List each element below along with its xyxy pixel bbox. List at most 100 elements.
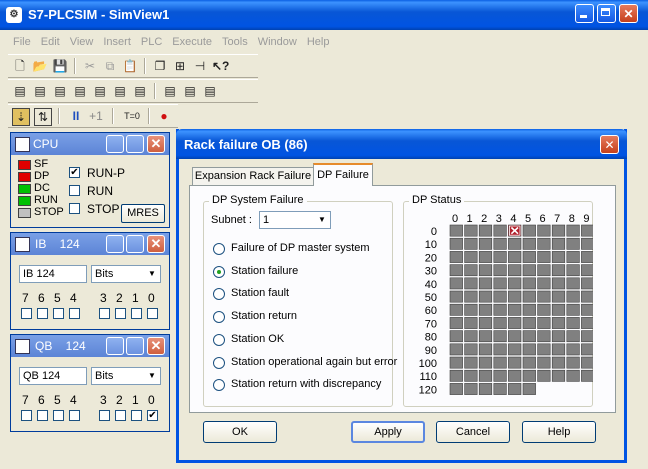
dp-station-cell[interactable] [508, 356, 522, 369]
dp-station-cell[interactable] [581, 356, 593, 369]
dp-station-cell[interactable] [449, 224, 463, 237]
cut-icon[interactable]: ✂ [82, 58, 98, 74]
dp-station-cell[interactable] [551, 237, 566, 250]
dp-station-cell[interactable] [537, 369, 551, 382]
ib-bit-checkbox[interactable] [37, 308, 48, 319]
maximize-button[interactable] [597, 4, 616, 23]
dp-station-cell[interactable] [581, 237, 593, 250]
ib-bit-checkbox[interactable] [69, 308, 80, 319]
dp-station-cell[interactable] [581, 277, 593, 290]
dp-station-cell[interactable] [508, 251, 522, 263]
mode-run-p-checkbox[interactable]: ✔ [69, 167, 80, 178]
dp-station-cell[interactable] [522, 383, 536, 395]
menu-file[interactable]: File [8, 36, 36, 48]
dp-station-cell[interactable] [522, 356, 536, 369]
dp-station-cell[interactable] [566, 369, 580, 382]
ib-bit-checkbox[interactable] [21, 308, 32, 319]
option-radio-5[interactable] [213, 356, 225, 369]
qb-bit-checkbox[interactable] [99, 410, 110, 421]
dp-station-cell[interactable] [449, 264, 463, 277]
dp-station-cell[interactable] [464, 251, 478, 263]
single-scan-icon[interactable]: ⇣ [12, 108, 30, 126]
dp-station-cell[interactable] [478, 383, 493, 395]
dp-station-cell[interactable] [464, 356, 478, 369]
continuous-scan-icon[interactable]: ⇅ [34, 108, 52, 126]
dp-station-cell[interactable] [551, 290, 566, 303]
dp-station-cell[interactable] [537, 356, 551, 369]
dp-station-cell[interactable] [522, 330, 536, 343]
dp-station-cell[interactable] [449, 251, 463, 263]
dp-station-cell[interactable] [537, 264, 551, 277]
dp-station-cell[interactable] [551, 251, 566, 263]
menu-window[interactable]: Window [253, 36, 302, 48]
dialog-title-bar[interactable]: Rack failure OB (86) ✕ [176, 129, 627, 159]
dp-station-cell[interactable] [566, 290, 580, 303]
dp-station-cell[interactable] [493, 224, 507, 237]
save-icon[interactable]: 💾 [52, 58, 68, 74]
ib-format-select[interactable]: Bits ▼ [91, 265, 161, 283]
ib-maximize-button[interactable] [126, 235, 144, 253]
minimize-button[interactable] [575, 4, 594, 23]
dp-station-cell[interactable] [581, 303, 593, 316]
menu-edit[interactable]: Edit [36, 36, 65, 48]
dp-station-cell[interactable] [566, 343, 580, 356]
dp-station-cell[interactable] [581, 251, 593, 263]
option-radio-1[interactable] [213, 265, 225, 278]
dp-station-cell[interactable] [537, 343, 551, 356]
dp-station-cell[interactable] [464, 290, 478, 303]
block-regs-icon[interactable]: ▤ [202, 83, 218, 99]
dp-station-cell[interactable] [508, 343, 522, 356]
qb-close-button[interactable]: ✕ [147, 337, 165, 355]
dp-station-cell[interactable] [449, 317, 463, 329]
dp-station-cell[interactable] [522, 290, 536, 303]
next-scan-button[interactable]: +1 [88, 108, 104, 124]
menu-plc[interactable]: PLC [136, 36, 167, 48]
dp-station-cell[interactable] [449, 303, 463, 316]
chevron-down-icon[interactable]: ▼ [144, 266, 160, 282]
help-pointer-icon[interactable]: ↖? [212, 58, 229, 74]
dp-station-cell[interactable] [478, 224, 493, 237]
dp-station-cell[interactable] [449, 290, 463, 303]
qb-window-title-bar[interactable]: QB 124 ✕ [11, 335, 169, 357]
dp-station-cell[interactable] [508, 303, 522, 316]
dp-station-cell[interactable] [464, 224, 478, 237]
dp-station-cell[interactable] [478, 251, 493, 263]
cpu-maximize-button[interactable] [126, 135, 144, 153]
menu-tools[interactable]: Tools [217, 36, 253, 48]
dp-station-cell[interactable] [464, 303, 478, 316]
dp-station-cell[interactable] [522, 317, 536, 329]
qb-minimize-button[interactable] [106, 337, 124, 355]
subnet-select[interactable]: 1 ▼ [259, 211, 331, 229]
menu-execute[interactable]: Execute [167, 36, 217, 48]
cancel-button[interactable]: Cancel [436, 421, 510, 443]
stack-icon[interactable]: ▤ [162, 83, 178, 99]
tab-expansion-rack-failure[interactable]: Expansion Rack Failure [192, 167, 314, 185]
dp-station-cell[interactable] [537, 277, 551, 290]
qb-bit-checkbox[interactable] [131, 410, 142, 421]
dp-station-cell[interactable] [566, 317, 580, 329]
dp-station-cell[interactable] [581, 343, 593, 356]
dp-station-cell[interactable] [464, 237, 478, 250]
dp-station-cell[interactable] [522, 369, 536, 382]
main-title-bar[interactable]: ⚙ S7-PLCSIM - SimView1 ✕ [0, 0, 648, 30]
qb-format-select[interactable]: Bits ▼ [91, 367, 161, 385]
ok-button[interactable]: OK [203, 421, 277, 443]
dialog-close-button[interactable]: ✕ [600, 135, 619, 154]
ib-close-button[interactable]: ✕ [147, 235, 165, 253]
reset-timers-button[interactable]: T=0 [120, 108, 144, 124]
cpu-close-button[interactable]: ✕ [147, 135, 165, 153]
dp-station-cell[interactable] [493, 251, 507, 263]
dp-station-cell[interactable] [464, 264, 478, 277]
dp-station-cell[interactable] [537, 290, 551, 303]
dp-station-cell[interactable] [449, 237, 463, 250]
dp-station-cell[interactable] [581, 330, 593, 343]
dp-station-cell[interactable] [522, 264, 536, 277]
dp-station-cell[interactable] [551, 317, 566, 329]
dp-station-cell[interactable] [508, 383, 522, 395]
option-radio-3[interactable] [213, 311, 225, 324]
dp-station-cell[interactable] [449, 356, 463, 369]
cpu-minimize-button[interactable] [106, 135, 124, 153]
dp-station-cell[interactable] [566, 264, 580, 277]
dp-station-cell[interactable] [537, 224, 551, 237]
dp-station-cell[interactable] [508, 290, 522, 303]
